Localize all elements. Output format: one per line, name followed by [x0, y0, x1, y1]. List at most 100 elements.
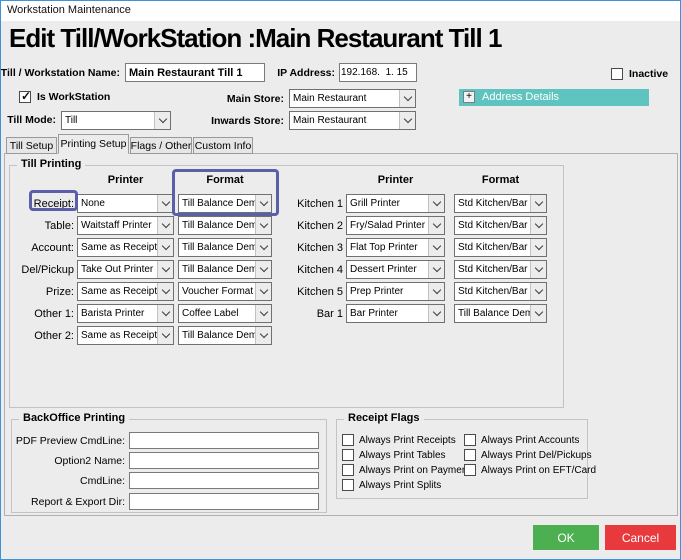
always-print-on-eft-card-checkbox[interactable]	[464, 464, 476, 476]
workstation-maintenance-window: Workstation Maintenance Edit Till/WorkSt…	[0, 0, 681, 560]
bar1-label: Bar 1	[317, 308, 343, 320]
table-format-select[interactable]: Till Balance Demo	[178, 216, 272, 235]
is-workstation-label: Is WorkStation	[37, 91, 110, 103]
kitchen5-format-select[interactable]: Std Kitchen/Bar	[454, 282, 547, 301]
chevron-down-icon	[157, 239, 173, 256]
combo-value: Std Kitchen/Bar	[455, 239, 530, 256]
always-print-splits-checkbox[interactable]	[342, 479, 354, 491]
kitchen2-printer-select[interactable]: Fry/Salad Printer	[346, 216, 445, 235]
main-store-select[interactable]: Main Restaurant	[289, 89, 416, 108]
kitchen1-printer-select[interactable]: Grill Printer	[346, 194, 445, 213]
bar1-format-select[interactable]: Till Balance Demo	[454, 304, 547, 323]
always-print-accounts-checkbox[interactable]	[464, 434, 476, 446]
always-print-del-pickups-label: Always Print Del/Pickups	[481, 450, 592, 461]
del-pickup-format-select[interactable]: Till Balance Demo	[178, 260, 272, 279]
tab-custom-info[interactable]: Custom Info	[193, 137, 253, 154]
kitchen3-label: Kitchen 3	[297, 242, 343, 254]
page-title: Edit Till/WorkStation :Main Restaurant T…	[9, 23, 501, 54]
inwards-store-select[interactable]: Main Restaurant	[289, 111, 416, 130]
other1-printer-select[interactable]: Barista Printer	[77, 304, 174, 323]
del-pickup-label: Del/Pickup	[21, 264, 74, 276]
always-print-receipts-checkbox[interactable]	[342, 434, 354, 446]
chevron-down-icon	[530, 239, 546, 256]
receipt-format-select[interactable]: Till Balance Demo	[178, 194, 272, 213]
account-printer-select[interactable]: Same as Receipt	[77, 238, 174, 257]
till-mode-select[interactable]: Till	[61, 111, 171, 130]
kitchen1-format-select[interactable]: Std Kitchen/Bar	[454, 194, 547, 213]
combo-value: Till Balance Demo	[179, 195, 255, 212]
combo-value: Grill Printer	[347, 195, 428, 212]
combo-value: Bar Printer	[347, 305, 428, 322]
kitchen3-printer-select[interactable]: Flat Top Printer	[346, 238, 445, 257]
account-format-select[interactable]: Till Balance Demo	[178, 238, 272, 257]
plus-icon	[463, 91, 475, 103]
receipt-flags-group: Receipt Flags Always Print Receipts Alwa…	[336, 419, 588, 499]
chevron-down-icon	[255, 283, 271, 300]
always-print-on-payment-checkbox[interactable]	[342, 464, 354, 476]
combo-value: Flat Top Printer	[347, 239, 428, 256]
chevron-down-icon	[428, 217, 444, 234]
combo-value: Till Balance Demo	[179, 327, 255, 344]
prize-format-select[interactable]: Voucher Format	[178, 282, 272, 301]
chevron-down-icon	[157, 283, 173, 300]
table-printer-select[interactable]: Waitstaff Printer	[77, 216, 174, 235]
ok-button[interactable]: OK	[533, 525, 599, 550]
combo-value: Same as Receipt	[78, 239, 157, 256]
inactive-label: Inactive	[629, 68, 668, 80]
receipt-printer-select[interactable]: None	[77, 194, 174, 213]
account-label: Account:	[31, 242, 74, 254]
printing-row: Prize: Same as Receipt Voucher Format Ki…	[10, 282, 565, 301]
cmdline-label: CmdLine:	[80, 475, 125, 487]
kitchen4-format-select[interactable]: Std Kitchen/Bar	[454, 260, 547, 279]
title-bar[interactable]: Workstation Maintenance	[1, 1, 680, 21]
tab-printing-setup[interactable]: Printing Setup	[58, 134, 129, 154]
chevron-down-icon	[157, 327, 173, 344]
kitchen4-printer-select[interactable]: Dessert Printer	[346, 260, 445, 279]
inwards-store-value: Main Restaurant	[290, 112, 399, 129]
combo-value: Prep Printer	[347, 283, 428, 300]
is-workstation-checkbox[interactable]	[19, 91, 31, 103]
other2-format-select[interactable]: Till Balance Demo	[178, 326, 272, 345]
combo-value: Till Balance Demo	[179, 217, 255, 234]
table-label: Table:	[45, 220, 74, 232]
prize-printer-select[interactable]: Same as Receipt	[77, 282, 174, 301]
kitchen2-label: Kitchen 2	[297, 220, 343, 232]
kitchen2-format-select[interactable]: Std Kitchen/Bar	[454, 216, 547, 235]
always-print-tables-checkbox[interactable]	[342, 449, 354, 461]
combo-value: Till Balance Demo	[179, 261, 255, 278]
cmdline-input[interactable]	[129, 472, 319, 489]
kitchen3-format-select[interactable]: Std Kitchen/Bar	[454, 238, 547, 257]
chevron-down-icon	[157, 261, 173, 278]
cancel-button[interactable]: Cancel	[605, 525, 676, 550]
chevron-down-icon	[530, 305, 546, 322]
chevron-down-icon	[530, 217, 546, 234]
combo-value: Take Out Printer	[78, 261, 157, 278]
printing-row: Other 2: Same as Receipt Till Balance De…	[10, 326, 565, 345]
printing-row: Table: Waitstaff Printer Till Balance De…	[10, 216, 565, 235]
pdf-preview-cmdline-input[interactable]	[129, 432, 319, 449]
combo-value: Waitstaff Printer	[78, 217, 157, 234]
other1-format-select[interactable]: Coffee Label	[178, 304, 272, 323]
chevron-down-icon	[255, 261, 271, 278]
ip-address-input[interactable]	[339, 63, 417, 82]
del-pickup-printer-select[interactable]: Take Out Printer	[77, 260, 174, 279]
other2-label: Other 2:	[34, 330, 74, 342]
tab-flags-other[interactable]: Flags / Other	[130, 137, 192, 154]
chevron-down-icon	[428, 239, 444, 256]
report-export-dir-label: Report & Export Dir:	[31, 496, 125, 508]
bar1-printer-select[interactable]: Bar Printer	[346, 304, 445, 323]
kitchen5-printer-select[interactable]: Prep Printer	[346, 282, 445, 301]
backoffice-printing-title: BackOffice Printing	[19, 412, 129, 424]
till-printing-title: Till Printing	[17, 158, 85, 170]
report-export-dir-input[interactable]	[129, 493, 319, 510]
combo-value: Fry/Salad Printer	[347, 217, 428, 234]
address-details-expander[interactable]: Address Details	[459, 89, 649, 106]
option2-name-input[interactable]	[129, 452, 319, 469]
combo-value: Dessert Printer	[347, 261, 428, 278]
inactive-checkbox[interactable]	[611, 68, 623, 80]
chevron-down-icon	[255, 239, 271, 256]
tab-till-setup[interactable]: Till Setup	[6, 137, 57, 154]
workstation-name-input[interactable]	[125, 63, 265, 82]
other2-printer-select[interactable]: Same as Receipt	[77, 326, 174, 345]
always-print-del-pickups-checkbox[interactable]	[464, 449, 476, 461]
